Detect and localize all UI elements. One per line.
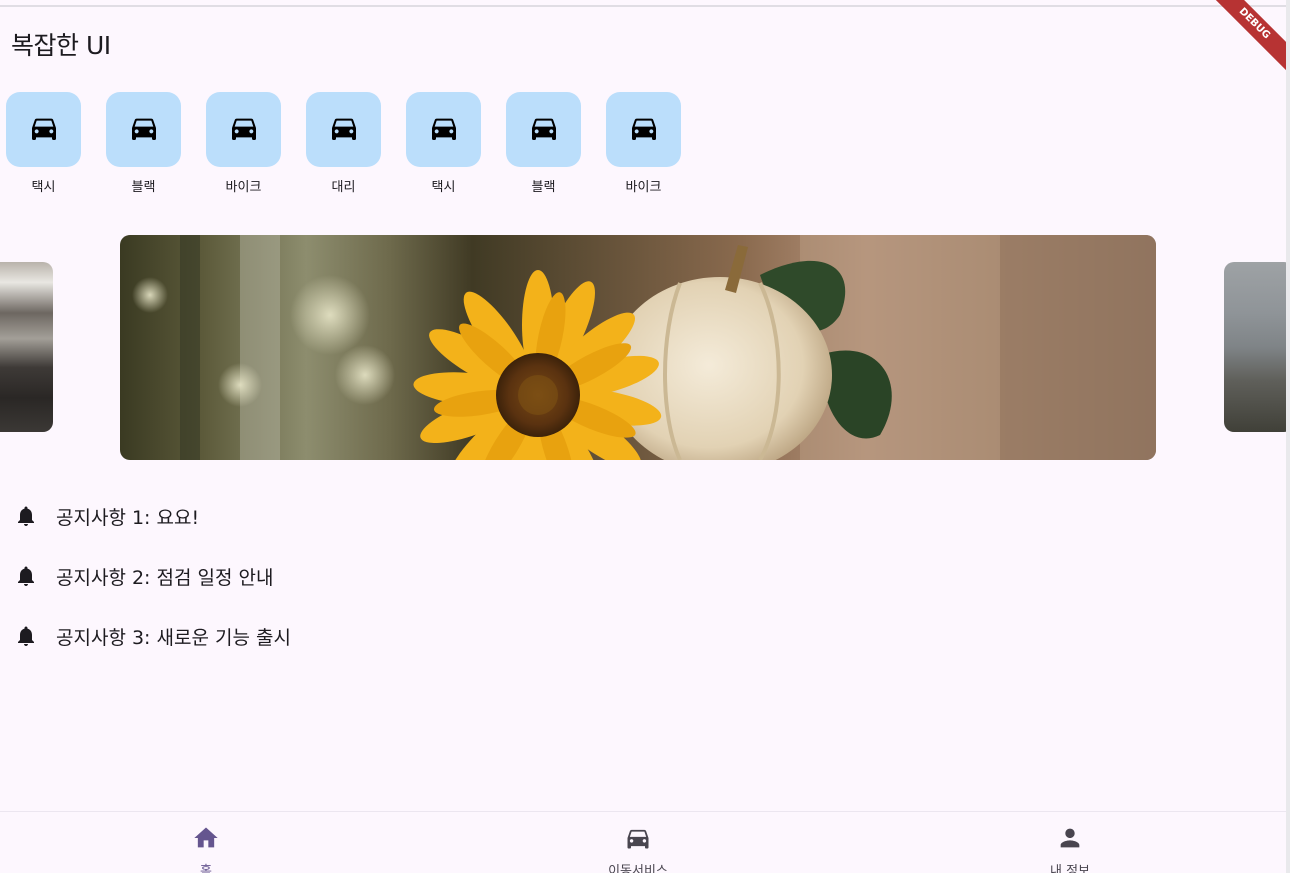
service-label: 블랙 [531,180,556,195]
service-label: 택시 [31,180,56,195]
nav-item-mobility[interactable]: 이동서비스 [568,824,708,873]
car-icon [628,112,660,148]
bell-icon [14,624,38,648]
car-icon [28,112,60,148]
service-tile[interactable] [206,92,281,167]
nav-item-home[interactable]: 홈 [136,824,276,873]
car-icon [128,112,160,148]
bottom-navigation-bar: 홈 이동서비스 내 정보 [0,811,1286,873]
service-label: 바이크 [625,180,662,195]
service-tile[interactable] [506,92,581,167]
service-tile[interactable] [6,92,81,167]
service-tile[interactable] [406,92,481,167]
car-icon [428,112,460,148]
page-title: 복잡한 UI [11,31,111,60]
debug-banner: DEBUG [1204,0,1286,74]
service-item-taxi-2[interactable]: 택시 [406,92,481,202]
service-item-bike[interactable]: 바이크 [206,92,281,202]
notice-text: 공지사항 1: 요요! [56,506,200,529]
car-icon [328,112,360,148]
service-label: 택시 [431,180,456,195]
notice-text: 공지사항 2: 점검 일정 안내 [56,566,274,589]
notice-item[interactable]: 공지사항 3: 새로운 기능 출시 [14,616,614,656]
notice-item[interactable]: 공지사항 1: 요요! [14,496,614,536]
service-label: 블랙 [131,180,156,195]
car-icon [228,112,260,148]
notice-item[interactable]: 공지사항 2: 점검 일정 안내 [14,556,614,596]
service-item-taxi[interactable]: 택시 [6,92,81,202]
nav-label-home: 홈 [200,864,212,873]
car-icon [528,112,560,148]
sunflower-pumpkin-image [132,235,1156,460]
bell-icon [14,564,38,588]
service-tile[interactable] [606,92,681,167]
nav-label-mobility: 이동서비스 [608,864,668,873]
service-item-bike-2[interactable]: 바이크 [606,92,681,202]
carousel-next-image[interactable] [1224,262,1286,432]
service-item-black-2[interactable]: 블랙 [506,92,581,202]
service-item-black[interactable]: 블랙 [106,92,181,202]
nav-label-profile: 내 정보 [1049,864,1090,873]
service-tile[interactable] [306,92,381,167]
carousel-current-image[interactable] [120,235,1156,460]
service-label: 대리 [331,180,356,195]
service-label: 바이크 [225,180,262,195]
top-divider [0,5,1286,7]
nav-item-profile[interactable]: 내 정보 [1000,824,1140,873]
service-tile[interactable] [106,92,181,167]
service-item-driver[interactable]: 대리 [306,92,381,202]
window-edge [1286,0,1290,873]
app-screen: 복잡한 UI DEBUG 택시 블랙 바이크 대리 택시 블랙 바이크 공지사항… [0,0,1286,873]
notice-text: 공지사항 3: 새로운 기능 출시 [56,626,291,649]
car-icon [624,824,652,856]
bell-icon [14,504,38,528]
person-icon [1056,824,1084,856]
home-icon [192,824,220,856]
carousel-prev-image[interactable] [0,262,53,432]
